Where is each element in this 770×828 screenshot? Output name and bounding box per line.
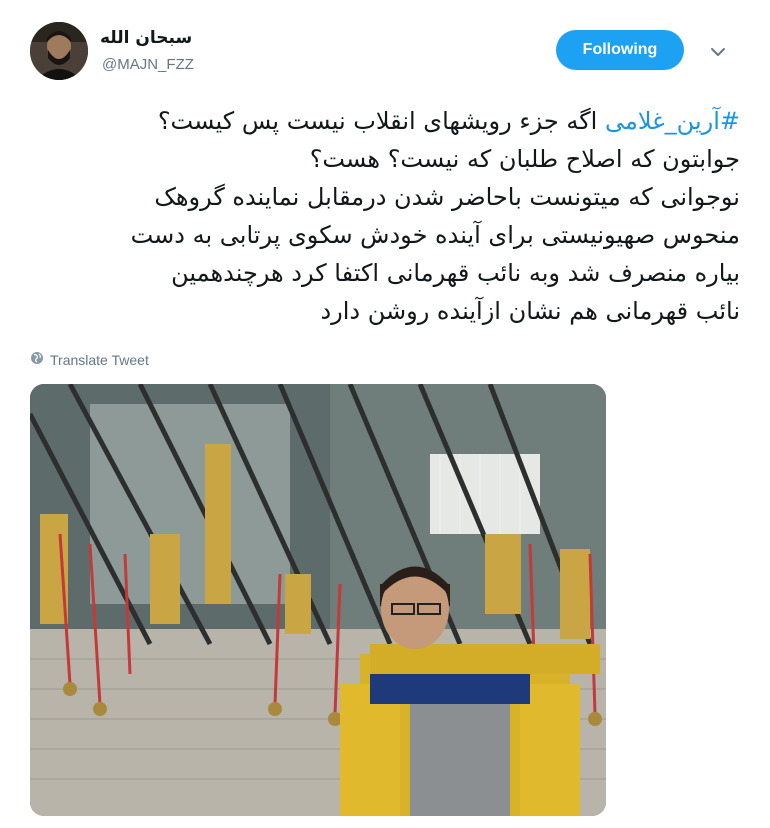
tweet-line: بیاره منصرف شد وبه نائب قهرمانی اکتفا کر…	[171, 259, 740, 287]
translate-label: Translate Tweet	[50, 351, 149, 368]
hashtag-link[interactable]: #آرین_غلامی	[605, 107, 740, 135]
chevron-down-icon[interactable]	[704, 38, 732, 66]
following-button[interactable]: Following	[556, 30, 684, 70]
author-display-name[interactable]: سبحان الله	[100, 28, 192, 48]
tweet-line: نائب قهرمانی هم نشان ازآینده روشن دارد	[320, 297, 740, 325]
tweet-line: منحوس صهیونیستی برای آینده خودش سکوی پرت…	[130, 221, 740, 249]
tweet-line: نوجوانی که میتونست باحاضر شدن درمقابل نم…	[154, 183, 740, 211]
globe-icon	[30, 351, 44, 368]
author-handle[interactable]: @MAJN_FZZ	[102, 56, 194, 73]
tweet-line: #آرین_غلامی اگه جزء رویشهای انقلاب نیست …	[30, 102, 740, 140]
tweet-line: جوابتون که اصلاح طلبان که نیست؟ هست؟	[309, 145, 740, 173]
avatar[interactable]	[30, 22, 88, 80]
tweet-line-text: اگه جزء رویشهای انقلاب نیست پس کیست؟	[157, 107, 598, 135]
tweet-text: #آرین_غلامی اگه جزء رویشهای انقلاب نیست …	[30, 102, 740, 330]
translate-tweet-link[interactable]: Translate Tweet	[30, 351, 149, 368]
tweet-photo[interactable]	[30, 384, 606, 816]
